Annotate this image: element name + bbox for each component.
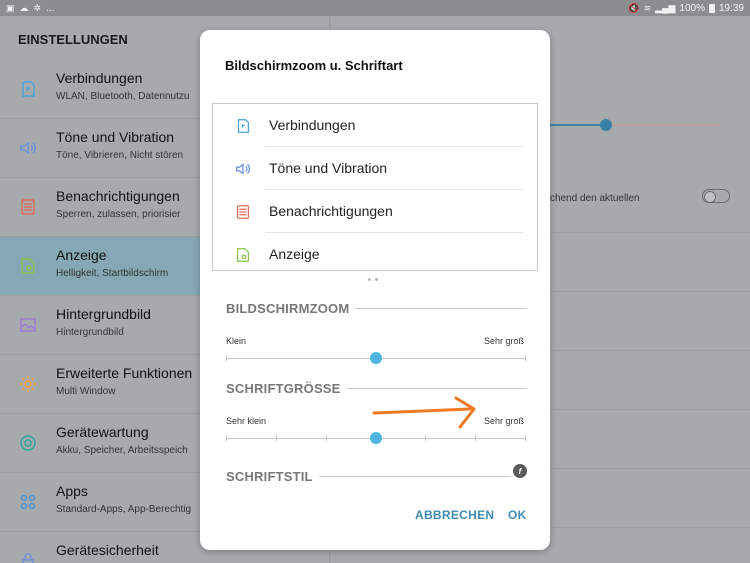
adaptive-brightness-toggle[interactable] — [702, 189, 730, 203]
dialog-title: Bildschirmzoom u. Schriftart — [225, 58, 403, 73]
font-style-heading: SCHRIFTSTIL — [226, 469, 511, 484]
connections-icon — [18, 79, 38, 99]
zoom-font-dialog: Bildschirmzoom u. Schriftart Verbindunge… — [200, 30, 550, 550]
status-bar: ▣ ☁ ✲ ... 🔇 ≋ ▂▄▆ 100% 19:39 — [0, 0, 750, 16]
preview-item: Benachrichtigungen — [213, 190, 537, 233]
zoom-heading: BILDSCHIRMZOOM — [226, 301, 527, 316]
detail-divider — [550, 350, 750, 351]
zoom-min-label: Klein — [226, 336, 247, 346]
font-size-slider-tick — [525, 435, 526, 441]
sidebar-item-title: Hintergrundbild — [56, 306, 151, 322]
font-size-slider-tick — [275, 435, 277, 441]
lock-icon — [18, 551, 38, 563]
mute-icon: 🔇 — [628, 2, 640, 13]
sidebar-item-title: Verbindungen — [56, 70, 143, 86]
brightness-slider-fill — [548, 124, 607, 126]
sidebar-item-title: Benachrichtigungen — [56, 188, 180, 204]
cloud-icon: ☁ — [19, 2, 29, 13]
signal-icon: ▂▄▆ — [655, 2, 676, 13]
notifications-icon — [18, 197, 38, 217]
zoom-slider-thumb[interactable] — [369, 352, 382, 364]
sidebar-item-subtitle: Töne, Vibrieren, Nicht stören — [56, 150, 184, 161]
notifications-icon — [234, 203, 252, 221]
font-size-slider-tick — [325, 435, 327, 441]
sidebar-item-title: Erweiterte Funktionen — [56, 365, 193, 381]
preview-item-label: Benachrichtigungen — [269, 203, 393, 219]
ok-button[interactable]: OK — [508, 508, 527, 522]
display-icon — [18, 256, 38, 276]
maintenance-icon — [18, 433, 38, 453]
wifi-icon: ≋ — [643, 2, 652, 13]
cancel-button[interactable]: ABBRECHEN — [415, 508, 494, 522]
font-size-heading: SCHRIFTGRÖSSE — [226, 381, 527, 396]
sidebar-item-title: Apps — [56, 483, 88, 499]
preview-item: Anzeige — [213, 233, 537, 276]
advanced-gear-icon — [18, 374, 38, 394]
annotation-arrow — [372, 396, 476, 429]
preview-item-label: Verbindungen — [269, 117, 356, 133]
arrow-shaft — [372, 407, 472, 415]
zoom-slider-tick — [226, 355, 227, 361]
sidebar-item-subtitle: WLAN, Bluetooth, Datennutzu — [56, 91, 190, 102]
font-size-slider-tick — [475, 435, 477, 441]
preview-item-label: Töne und Vibration — [269, 160, 388, 176]
connections-icon — [234, 117, 252, 135]
adaptive-brightness-text: chend den aktuellen — [550, 193, 640, 204]
settings-title: EINSTELLUNGEN — [18, 32, 128, 47]
arrow-head — [454, 396, 476, 429]
font-size-slider[interactable] — [226, 432, 526, 444]
preview-item: Verbindungen — [213, 104, 537, 147]
speaker-icon — [234, 160, 252, 178]
sidebar-item-title: Anzeige — [56, 247, 107, 263]
sidebar-item-subtitle: Sperren, zulassen, priorisier — [56, 209, 181, 220]
font-size-slider-tick — [425, 435, 427, 441]
wallpaper-icon — [18, 315, 38, 335]
font-size-min-label: Sehr klein — [226, 416, 267, 426]
zoom-slider[interactable] — [226, 352, 526, 364]
detail-divider — [550, 468, 750, 469]
apps-icon — [18, 492, 38, 512]
preview-item-label: Anzeige — [269, 246, 320, 262]
sidebar-item-title: Töne und Vibration — [56, 129, 175, 145]
font-size-slider-tick — [226, 435, 227, 441]
settings-icon: ✲ — [33, 2, 42, 13]
zoom-max-label: Sehr groß — [484, 336, 525, 346]
sidebar-item-subtitle: Standard-Apps, App-Berechtig — [56, 504, 192, 515]
sidebar-item-title: Gerätesicherheit — [56, 542, 159, 558]
battery-percent: 100% — [679, 2, 705, 14]
detail-divider — [550, 527, 750, 528]
status-ellipsis: ... — [46, 2, 55, 14]
detail-divider — [550, 291, 750, 292]
font-style-icon[interactable]: f — [513, 464, 527, 478]
sidebar-item-subtitle: Helligkeit, Startbildschirm — [56, 268, 169, 279]
sidebar-item-subtitle: Hintergrundbild — [56, 327, 124, 338]
display-icon — [234, 246, 252, 264]
sidebar-item-title: Gerätewartung — [56, 424, 149, 440]
battery-icon — [708, 3, 715, 13]
zoom-slider-tick — [525, 355, 526, 361]
preview-panel: Verbindungen Töne und Vibration Benachri… — [212, 103, 538, 271]
detail-divider — [550, 409, 750, 410]
detail-divider — [550, 232, 750, 233]
preview-item: Töne und Vibration — [213, 147, 537, 190]
image-icon: ▣ — [6, 2, 15, 13]
speaker-icon — [18, 138, 38, 158]
preview-page-indicator — [368, 278, 378, 281]
sidebar-item-subtitle: Akku, Speicher, Arbeitsspeich — [56, 445, 188, 456]
sidebar-item-subtitle: Multi Window — [56, 386, 116, 397]
clock: 19:39 — [718, 2, 744, 14]
font-size-max-label: Sehr groß — [484, 416, 525, 426]
